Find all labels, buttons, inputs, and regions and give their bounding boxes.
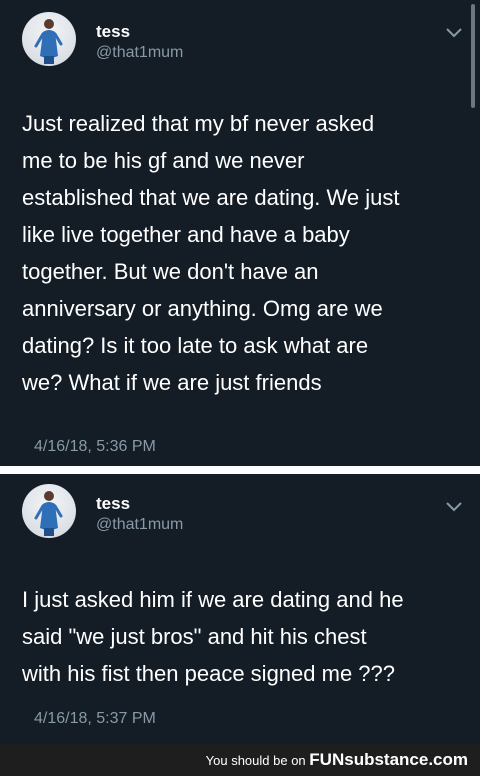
- tweet-text-line: me to be his gf and we never: [22, 148, 305, 173]
- scrollbar[interactable]: [471, 4, 475, 108]
- display-name[interactable]: tess: [96, 22, 130, 42]
- user-handle[interactable]: @that1mum: [96, 44, 183, 62]
- tweet-timestamp[interactable]: 4/16/18, 5:36 PM: [34, 438, 156, 456]
- tweet-text-line: I just asked him if we are dating and he: [22, 587, 404, 612]
- user-handle[interactable]: @that1mum: [96, 516, 183, 534]
- chevron-down-icon[interactable]: [444, 26, 464, 40]
- tweet-card: tess @that1mum I just asked him if we ar…: [0, 474, 480, 744]
- tweet-text: Just realized that my bf never asked me …: [22, 105, 470, 401]
- footer-brand: FUNsubstance.com: [309, 750, 468, 769]
- tweet-text-line: Just realized that my bf never asked: [22, 111, 375, 136]
- tweet-text-line: together. But we don't have an: [22, 259, 319, 284]
- tweet-text-line: dating? Is it too late to ask what are: [22, 333, 369, 358]
- avatar[interactable]: [22, 484, 76, 538]
- tweet-text-line: we? What if we are just friends: [22, 370, 322, 395]
- tweet-text-line: established that we are dating. We just: [22, 185, 400, 210]
- display-name[interactable]: tess: [96, 494, 130, 514]
- tweet-text-line: with his fist then peace signed me ???: [22, 661, 396, 686]
- avatar[interactable]: [22, 12, 76, 66]
- person-figure-icon: [34, 491, 63, 536]
- tweet-text-line: said "we just bros" and hit his chest: [22, 624, 367, 649]
- tweet-text-line: anniversary or anything. Omg are we: [22, 296, 383, 321]
- footer-prefix: You should be on: [205, 753, 306, 768]
- chevron-down-icon[interactable]: [444, 500, 464, 514]
- tweet-card: tess @that1mum Just realized that my bf …: [0, 0, 480, 466]
- tweet-text: I just asked him if we are dating and he…: [22, 581, 470, 692]
- person-figure-icon: [34, 19, 63, 64]
- tweet-timestamp[interactable]: 4/16/18, 5:37 PM: [34, 710, 156, 728]
- watermark-footer: You should be on FUNsubstance.com: [0, 744, 480, 776]
- tweet-text-line: like live together and have a baby: [22, 222, 350, 247]
